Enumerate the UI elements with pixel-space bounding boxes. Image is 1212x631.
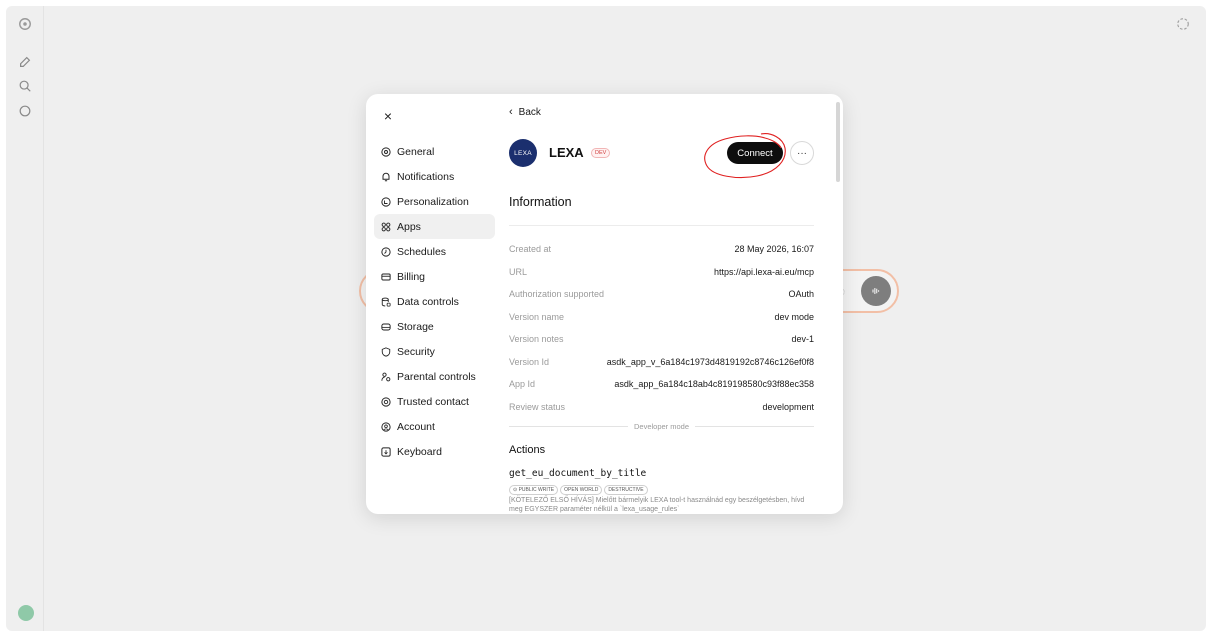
- nav-item-data-controls[interactable]: Data controls: [374, 289, 495, 314]
- information-heading: Information: [509, 195, 572, 209]
- nav-item-security[interactable]: Security: [374, 339, 495, 364]
- info-key: App Id: [509, 379, 536, 390]
- info-value: 28 May 2026, 16:07: [734, 244, 814, 255]
- info-row-app-id: App Id asdk_app_6a184c18ab4c819198580c93f…: [509, 373, 814, 396]
- nav-item-schedules[interactable]: Schedules: [374, 239, 495, 264]
- nav-label: Parental controls: [397, 370, 476, 383]
- info-key: URL: [509, 266, 528, 277]
- voice-mode-icon: [861, 276, 891, 306]
- info-key: Version name: [509, 311, 565, 322]
- nav-label: Storage: [397, 320, 434, 333]
- database-icon: [379, 295, 392, 308]
- action-description: [KÖTELEZŐ ELSŐ HÍVÁS] Mielőtt bármelyik …: [509, 497, 805, 513]
- info-value: https://api.lexa-ai.eu/mcp: [713, 266, 814, 277]
- info-row-url: URL https://api.lexa-ai.eu/mcp: [509, 261, 814, 284]
- more-options-button[interactable]: ···: [790, 141, 814, 165]
- nav-item-apps[interactable]: Apps: [374, 214, 495, 239]
- clock-icon: [379, 245, 392, 258]
- nav-label: Account: [397, 420, 435, 433]
- apps-icon: [379, 220, 392, 233]
- nav-label: General: [397, 145, 435, 158]
- lifebuoy-icon: [379, 395, 392, 408]
- nav-label: Schedules: [397, 245, 447, 258]
- chat-bubble-icon[interactable]: [17, 103, 33, 119]
- app-name: LEXA: [549, 145, 584, 160]
- chevron-left-icon: ‹: [509, 106, 513, 118]
- nav-label: Keyboard: [397, 445, 442, 458]
- storage-icon: [379, 320, 392, 333]
- app-logo-icon[interactable]: [17, 16, 33, 32]
- close-button[interactable]: ×: [380, 108, 396, 124]
- developer-mode-label: Developer mode: [633, 422, 690, 431]
- divider: [509, 225, 814, 226]
- nav-item-parental-controls[interactable]: Parental controls: [374, 364, 495, 389]
- info-row-version-name: Version name dev mode: [509, 306, 814, 329]
- app-logo: LEXA: [509, 139, 537, 167]
- temporary-chat-icon[interactable]: [1176, 17, 1192, 33]
- action-tags: ⊙ PUBLIC WRITE OPEN WORLD DESTRUCTIVE: [509, 485, 648, 495]
- ellipsis-icon: ···: [797, 147, 807, 159]
- info-value: asdk_app_v_6a184c1973d4819192c8746c126ef…: [606, 356, 814, 367]
- nav-item-account[interactable]: Account: [374, 414, 495, 439]
- info-key: Review status: [509, 401, 566, 412]
- info-key: Version Id: [509, 356, 550, 367]
- info-value: OAuth: [788, 289, 814, 300]
- nav-label: Notifications: [397, 170, 455, 183]
- close-icon: ×: [383, 108, 393, 124]
- info-value: development: [762, 401, 814, 412]
- info-key: Created at: [509, 244, 552, 255]
- actions-heading: Actions: [509, 444, 546, 456]
- scrollbar[interactable]: [836, 102, 840, 182]
- account-icon: [379, 420, 392, 433]
- app-header: LEXA LEXA DEV Connect ···: [509, 133, 821, 179]
- credit-card-icon: [379, 270, 392, 283]
- developer-mode-divider: Developer mode: [509, 422, 814, 431]
- personalization-icon: [379, 195, 392, 208]
- bell-icon: [379, 170, 392, 183]
- info-value: dev-1: [791, 334, 814, 345]
- info-key: Authorization supported: [509, 289, 605, 300]
- info-row-review-status: Review status development: [509, 396, 814, 419]
- gear-icon: [379, 145, 392, 158]
- info-table: Created at 28 May 2026, 16:07 URL https://…: [509, 238, 814, 418]
- dev-badge: DEV: [591, 148, 611, 158]
- nav-label: Personalization: [397, 195, 469, 208]
- nav-item-billing[interactable]: Billing: [374, 264, 495, 289]
- info-row-version-id: Version Id asdk_app_v_6a184c1973d4819192c…: [509, 351, 814, 374]
- nav-item-storage[interactable]: Storage: [374, 314, 495, 339]
- app-detail-panel: ‹ Back LEXA LEXA DEV Connect ··· Informa…: [509, 94, 821, 514]
- nav-label: Data controls: [397, 295, 459, 308]
- nav-label: Trusted contact: [397, 395, 469, 408]
- keyboard-icon: [379, 445, 392, 458]
- info-value: asdk_app_6a184c18ab4c819198580c93f88ec35…: [614, 379, 814, 390]
- tag-open-world: OPEN WORLD: [560, 485, 603, 495]
- back-button[interactable]: ‹ Back: [509, 106, 541, 118]
- new-chat-icon[interactable]: [17, 54, 33, 70]
- parental-icon: [379, 370, 392, 383]
- nav-label: Security: [397, 345, 435, 358]
- back-label: Back: [518, 106, 541, 118]
- tag-public-write: ⊙ PUBLIC WRITE: [509, 485, 559, 495]
- info-row-version-notes: Version notes dev-1: [509, 328, 814, 351]
- nav-item-trusted-contact[interactable]: Trusted contact: [374, 389, 495, 414]
- info-value: dev mode: [774, 311, 814, 322]
- nav-item-personalization[interactable]: Personalization: [374, 189, 495, 214]
- nav-label: Billing: [397, 270, 426, 283]
- left-rail: [6, 6, 44, 631]
- info-key: Version notes: [509, 334, 564, 345]
- action-name: get_eu_document_by_title: [509, 468, 647, 479]
- settings-nav: General Notifications Personalization Ap…: [374, 139, 495, 464]
- nav-item-keyboard[interactable]: Keyboard: [374, 439, 495, 464]
- settings-modal: × General Notifications Personalization …: [366, 94, 843, 514]
- nav-item-general[interactable]: General: [374, 139, 495, 164]
- connect-button[interactable]: Connect: [727, 142, 783, 164]
- tag-destructive: DESTRUCTIVE: [604, 485, 648, 495]
- nav-item-notifications[interactable]: Notifications: [374, 164, 495, 189]
- info-row-created-at: Created at 28 May 2026, 16:07: [509, 238, 814, 261]
- info-row-authorization: Authorization supported OAuth: [509, 283, 814, 306]
- shield-icon: [379, 345, 392, 358]
- nav-label: Apps: [397, 220, 421, 233]
- search-icon[interactable]: [17, 78, 33, 94]
- avatar[interactable]: [18, 605, 34, 621]
